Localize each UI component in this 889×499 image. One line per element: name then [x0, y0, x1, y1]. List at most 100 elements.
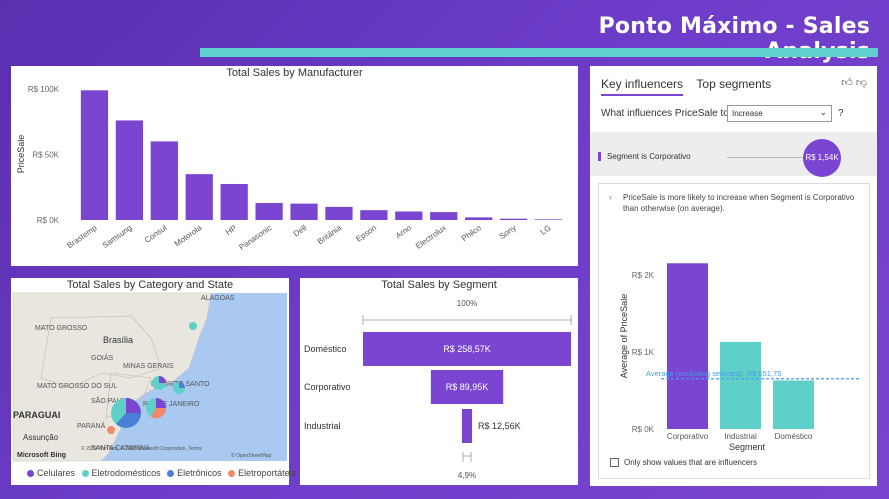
x-axis-label: Segment	[729, 442, 766, 452]
title-accent-bar	[200, 48, 878, 57]
segment-chart-title: Total Sales by Segment	[381, 279, 497, 291]
direction-select-value: Increase	[732, 109, 763, 118]
influencer-bubble[interactable]: R$ 1,54K	[803, 139, 841, 177]
bar[interactable]	[667, 263, 708, 429]
x-tick-label: Samsung	[101, 223, 134, 250]
bar[interactable]	[115, 120, 144, 220]
thumbs-down-icon[interactable]: 👎︎	[856, 77, 867, 89]
bar[interactable]	[290, 203, 318, 220]
feedback-icons: 👍︎ 👎︎	[841, 76, 867, 89]
map-label: PARANÁ	[77, 421, 106, 430]
category-label: Corporativo	[304, 382, 351, 392]
map-title: Total Sales by Category and State	[66, 279, 234, 291]
x-tick-label: Epson	[354, 223, 378, 243]
y-tick-label: R$ 50K	[32, 151, 59, 160]
y-tick-label: R$ 1K	[632, 348, 655, 357]
x-tick-label: Consul	[143, 223, 169, 245]
map-label: MINAS GERAIS	[123, 363, 174, 370]
map-label: PARAGUAI	[13, 410, 60, 420]
y-tick-label: R$ 0K	[37, 216, 60, 225]
pie-marker-mg[interactable]	[173, 382, 185, 394]
map-label: Assunção	[23, 433, 59, 442]
x-tick-label: Electrolux	[414, 223, 448, 251]
funnel-bar[interactable]	[461, 409, 473, 443]
y-axis-label: Average of PriceSale	[619, 294, 629, 378]
checkbox[interactable]	[610, 458, 619, 468]
direction-select[interactable]: Increase ⌄	[727, 105, 832, 122]
influencer-chart: R$ 2K R$ 1K R$ 0K Average of PriceSale Corpo…	[619, 263, 859, 452]
influencer-label[interactable]: Segment is Corporativo	[598, 152, 691, 161]
ki-question: What influences PriceSale to	[601, 108, 729, 119]
map-legend: Celulares Eletrodomésticos Eletrônicos E…	[23, 468, 296, 478]
bar[interactable]	[465, 217, 493, 220]
bar[interactable]	[395, 211, 423, 220]
chevron-down-icon: ⌄	[819, 107, 827, 117]
x-tick-label: Corporativo	[667, 432, 709, 441]
tab-top-segments[interactable]: Top segments	[696, 77, 771, 94]
legend-swatch-eletronicos	[167, 470, 175, 478]
thumbs-up-icon[interactable]: 👍︎	[841, 77, 853, 89]
legend-label: Eletrônicos	[177, 468, 222, 478]
x-tick-label: Panasonic	[237, 223, 273, 252]
data-label: R$ 12,56K	[478, 421, 521, 431]
data-label: R$ 258,57K	[443, 344, 491, 354]
ki-tabs: Key influencers Top segments	[601, 77, 781, 96]
y-tick-label: R$ 100K	[28, 85, 60, 94]
manufacturer-chart: R$ 100K R$ 50K R$ 0K PriceSale Brastemp Samsu…	[16, 85, 563, 252]
segment-chart: 100% 4,9% Doméstico R$ 258,57K Corporativo…	[304, 299, 572, 480]
map-label: GOIÁS	[91, 353, 114, 362]
x-tick-label: HP	[224, 223, 238, 237]
bar[interactable]	[255, 202, 283, 220]
legend-label: Eletroportáteis	[238, 468, 297, 478]
bar[interactable]	[150, 141, 178, 220]
bar[interactable]	[534, 219, 563, 220]
pie-marker-pr[interactable]	[107, 426, 115, 434]
map-label: MATO GROSSO	[35, 325, 88, 332]
x-tick-label: LG	[539, 223, 553, 236]
help-icon[interactable]: ?	[838, 108, 844, 119]
tab-key-influencers[interactable]: Key influencers	[601, 77, 684, 96]
map-attribution-2: © OpenStreetMap	[231, 452, 272, 459]
legend-swatch-eletroportateis	[228, 470, 236, 478]
map-label: ALAGOAS	[201, 295, 235, 302]
bar[interactable]	[430, 212, 458, 220]
map-provider: Microsoft Bing	[17, 452, 66, 459]
bottom-percentage: 4,9%	[458, 471, 476, 480]
pie-marker-sp[interactable]	[111, 398, 141, 428]
x-tick-label: Brastemp	[65, 223, 99, 250]
manufacturer-chart-panel[interactable]: Total Sales by Manufacturer R$ 100K R$ 50…	[11, 66, 578, 266]
checkbox-label: Only show values that are influencers	[624, 458, 757, 467]
map-panel[interactable]: Total Sales by Category and State ALAGOA…	[11, 278, 296, 485]
bar[interactable]	[360, 210, 388, 220]
x-tick-label: Dell	[292, 223, 309, 238]
bar[interactable]	[185, 174, 213, 220]
y-axis-label: PriceSale	[16, 135, 26, 174]
x-tick-label: Sony	[498, 223, 518, 241]
influencer-detail: ‹ PriceSale is more likely to increase w…	[598, 183, 870, 479]
category-label: Industrial	[304, 421, 341, 431]
y-tick-label: R$ 2K	[632, 271, 655, 280]
legend-swatch-eletrodomesticos	[81, 470, 89, 478]
key-influencers-panel[interactable]: Key influencers Top segments 👍︎ 👎︎ What …	[590, 66, 877, 486]
bar[interactable]	[720, 341, 761, 429]
x-tick-label: Doméstico	[775, 432, 813, 441]
influencer-line	[727, 157, 807, 158]
x-tick-label: Motorola	[173, 223, 204, 249]
map-label: MATO GROSSO DO SUL	[37, 383, 117, 390]
bar[interactable]	[220, 183, 248, 220]
x-tick-label: Industrial	[724, 432, 757, 441]
x-tick-label: Philco	[460, 223, 483, 243]
bar[interactable]	[80, 90, 109, 220]
pie-marker-es[interactable]	[152, 376, 166, 390]
segment-chart-panel[interactable]: Total Sales by Segment 100% 4,9% Domésti…	[300, 278, 578, 485]
map-attribution: © 2022 TomTom, © 2022 Microsoft Corporat…	[81, 445, 202, 452]
map-visual[interactable]: ALAGOAS MATO GROSSO Brasília GOIÁS MINAS…	[11, 278, 289, 485]
influencer-only-checkbox[interactable]: Only show values that are influencers	[610, 458, 757, 468]
legend-label: Celulares	[37, 468, 76, 478]
manufacturer-chart-title: Total Sales by Manufacturer	[226, 67, 363, 79]
y-tick-label: R$ 0K	[632, 425, 655, 434]
pie-marker-al[interactable]	[189, 322, 197, 330]
bar[interactable]	[773, 380, 814, 429]
bar[interactable]	[499, 218, 528, 220]
bar[interactable]	[325, 206, 353, 220]
